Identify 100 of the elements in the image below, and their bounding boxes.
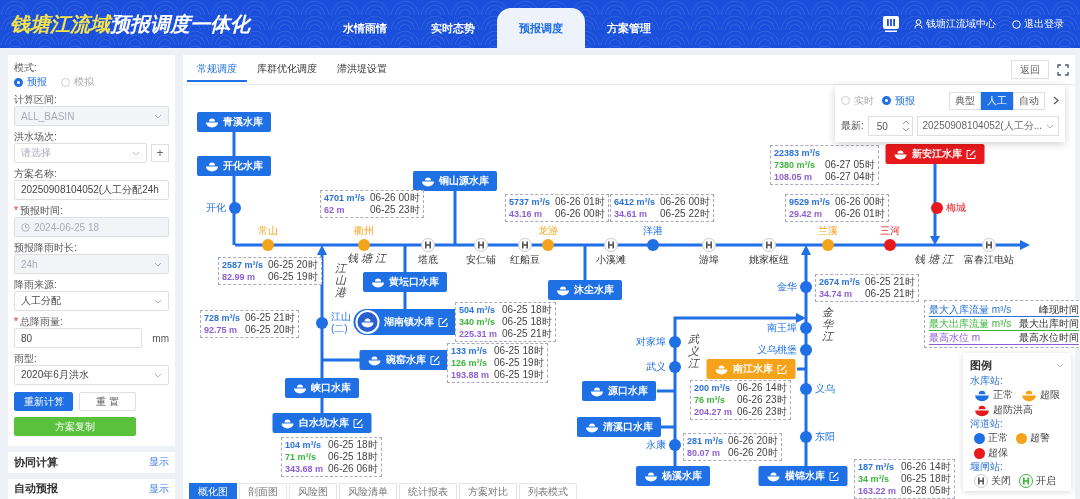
reservoir-node[interactable]: 源口水库 bbox=[582, 381, 656, 401]
station-dot[interactable] bbox=[800, 322, 812, 334]
nav-tab[interactable]: 方案管理 bbox=[585, 8, 673, 48]
select-field[interactable]: 人工分配 bbox=[14, 291, 169, 311]
data-value: 187 m³/s bbox=[858, 461, 896, 473]
reservoir-node[interactable]: 开化水库 bbox=[197, 156, 271, 176]
station-label: 兰溪 bbox=[818, 225, 838, 237]
station-dot[interactable] bbox=[669, 336, 681, 348]
field-label: 预报降雨时长: bbox=[14, 241, 77, 254]
return-button[interactable]: 返回 bbox=[1011, 60, 1049, 79]
reservoir-icon bbox=[714, 363, 729, 375]
show-link[interactable]: 显示 bbox=[149, 481, 169, 496]
select-field[interactable]: 请选择 bbox=[14, 143, 147, 163]
show-link[interactable]: 显示 bbox=[149, 455, 169, 470]
reservoir-node[interactable]: 峡口水库 bbox=[285, 378, 359, 398]
field-label: 计算区间: bbox=[14, 93, 57, 106]
peak-time: 06-25 19时 bbox=[494, 357, 544, 369]
peak-time: 06-26 20时 bbox=[728, 447, 778, 459]
reservoir-node[interactable]: 横锦水库 bbox=[758, 466, 848, 486]
text-field[interactable]: 80 bbox=[14, 328, 143, 348]
scheme-select[interactable]: 20250908104052(人工分... bbox=[917, 116, 1059, 137]
station-dot[interactable] bbox=[800, 431, 812, 443]
peak-time: 06-27 04时 bbox=[825, 171, 875, 183]
legend-label: 关闭 bbox=[991, 474, 1011, 488]
tab[interactable]: 剖面图 bbox=[239, 483, 287, 499]
radio-option[interactable]: 实时 bbox=[841, 93, 874, 108]
station-dot[interactable] bbox=[316, 317, 328, 329]
station-dot[interactable] bbox=[931, 202, 943, 214]
logout-link[interactable]: 退出登录 bbox=[1010, 15, 1066, 33]
segment-button[interactable]: 自动 bbox=[1013, 91, 1045, 110]
reservoir-node[interactable]: 碗窑水库 bbox=[359, 350, 449, 370]
nav-tab[interactable]: 水情雨情 bbox=[321, 8, 409, 48]
data-value: 193.88 m bbox=[451, 369, 490, 381]
reservoir-node[interactable]: 新安江水库 bbox=[885, 144, 985, 164]
station-dot[interactable] bbox=[647, 239, 659, 251]
tab[interactable]: 风险清单 bbox=[339, 483, 397, 499]
tab[interactable]: 方案对比 bbox=[459, 483, 517, 499]
station-label: 游埠 bbox=[699, 254, 719, 266]
nav-tab[interactable]: 实时态势 bbox=[409, 8, 497, 48]
data-value: 34 m³/s bbox=[858, 473, 891, 485]
text-field[interactable]: 20250908104052(人工分配24h bbox=[14, 180, 169, 200]
station-dot[interactable] bbox=[669, 361, 681, 373]
data-value: 728 m³/s bbox=[204, 312, 241, 324]
legend-label: 正常 bbox=[993, 388, 1013, 402]
station-dot[interactable] bbox=[669, 439, 681, 451]
recalculate-button[interactable]: 重新计算 bbox=[14, 392, 73, 411]
data-value: 200 m³/s bbox=[694, 382, 732, 394]
tab[interactable]: 库群优化调度 bbox=[247, 57, 327, 82]
fullscreen-button[interactable] bbox=[1055, 61, 1071, 78]
select-field[interactable]: 2020年6月洪水 bbox=[14, 365, 169, 385]
reservoir-node[interactable]: 沐尘水库 bbox=[548, 280, 622, 300]
radio-option[interactable]: 预报 bbox=[14, 75, 47, 89]
tab[interactable]: 风险图 bbox=[289, 483, 337, 499]
station-dot[interactable] bbox=[822, 239, 834, 251]
reservoir-node[interactable]: 白水坑水库 bbox=[272, 413, 372, 433]
reservoir-node[interactable]: 铜山源水库 bbox=[413, 171, 497, 191]
segment-button[interactable]: 人工 bbox=[981, 91, 1013, 110]
reset-button[interactable]: 重 置 bbox=[79, 392, 136, 411]
data-value: 9529 m³/s bbox=[789, 196, 831, 208]
station-dot[interactable] bbox=[358, 239, 370, 251]
station-dot[interactable] bbox=[229, 202, 241, 214]
station-dot[interactable] bbox=[262, 239, 274, 251]
tab[interactable]: 统计报表 bbox=[399, 483, 457, 499]
peak-time: 06-28 05时 bbox=[901, 485, 951, 497]
radio-option[interactable]: 模拟 bbox=[61, 75, 94, 89]
nav-tab[interactable]: 预报调度 bbox=[497, 8, 585, 48]
user-icon bbox=[914, 19, 923, 29]
station-label: 武义 bbox=[646, 361, 666, 373]
tab[interactable]: 概化图 bbox=[189, 483, 237, 499]
radio-option[interactable]: 预报 bbox=[882, 93, 915, 108]
tab[interactable]: 滞洪堤设置 bbox=[327, 57, 397, 82]
chevron-right-icon bbox=[1053, 96, 1059, 106]
peak-time: 06-25 23时 bbox=[370, 204, 420, 216]
data-value: 2674 m³/s bbox=[819, 276, 861, 288]
station-dot[interactable] bbox=[800, 383, 812, 395]
station-dot[interactable] bbox=[884, 239, 896, 251]
number-field[interactable]: 50 bbox=[867, 116, 914, 137]
user-link[interactable]: 钱塘江流域中心 bbox=[912, 15, 998, 33]
tab[interactable]: 常规调度 bbox=[187, 57, 247, 82]
station-label: 义乌桃堡 bbox=[757, 344, 797, 356]
tab[interactable]: 列表模式 bbox=[519, 483, 577, 499]
reservoir-node[interactable]: 清溪口水库 bbox=[577, 417, 661, 437]
station-dot[interactable] bbox=[542, 239, 554, 251]
reservoir-node[interactable]: 青溪水库 bbox=[197, 112, 271, 132]
peak-time: 06-26 23时 bbox=[737, 406, 787, 418]
peak-time: 06-25 18时 bbox=[502, 316, 552, 328]
station-dot[interactable] bbox=[800, 281, 812, 293]
station-dot[interactable] bbox=[800, 344, 812, 356]
reservoir-node[interactable]: 杨溪水库 bbox=[636, 466, 710, 486]
data-value: 7380 m³/s bbox=[774, 159, 817, 171]
data-value: 82.99 m bbox=[222, 271, 257, 283]
reservoir-node[interactable]: 黄坛口水库 bbox=[363, 272, 447, 292]
legend-label: 开启 bbox=[1036, 474, 1056, 488]
add-button[interactable]: + bbox=[151, 144, 169, 162]
field-label: 预报时间: bbox=[19, 204, 63, 217]
reservoir-node[interactable]: 湖南镇水库 bbox=[353, 309, 457, 335]
segment-button[interactable]: 典型 bbox=[949, 91, 981, 110]
station-label: 洋港 bbox=[643, 225, 663, 237]
legend-group-title: 水库站: bbox=[970, 375, 1004, 387]
required-mark: * bbox=[14, 315, 18, 328]
